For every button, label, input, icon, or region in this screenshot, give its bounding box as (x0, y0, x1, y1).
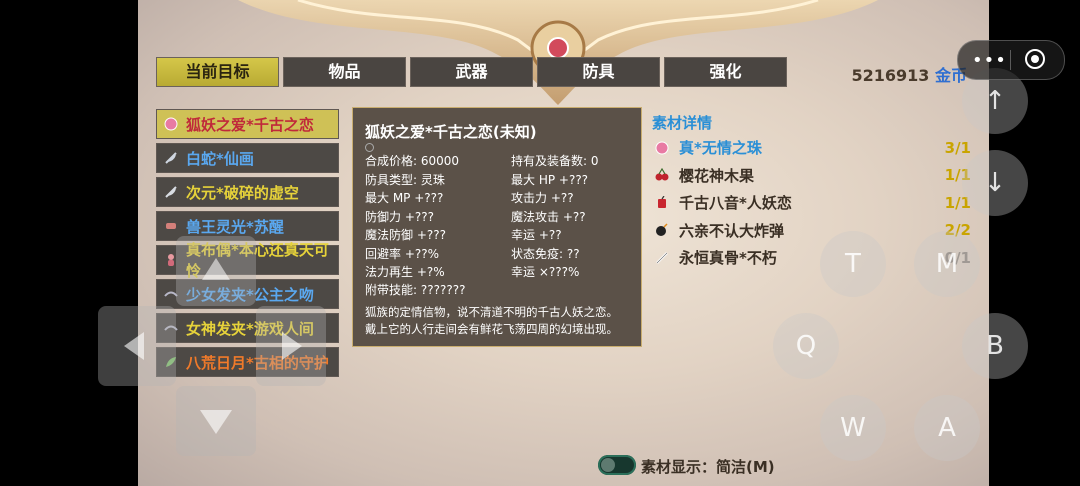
m-button[interactable]: M (914, 231, 980, 297)
stat: 幸运 +?? (511, 228, 562, 242)
detail-title: 狐妖之爱*千古之恋(未知) (365, 123, 537, 141)
bone-icon (655, 251, 669, 265)
pink-orb-icon (655, 141, 669, 155)
arrow-left-icon (124, 332, 144, 360)
stat: 法力再生 +?% (365, 265, 445, 279)
tab-weapons[interactable]: 武器 (410, 57, 533, 87)
tab-enhance[interactable]: 强化 (664, 57, 787, 87)
arrow-right-icon (282, 332, 302, 360)
list-item[interactable]: 狐妖之爱*千古之恋 (156, 109, 339, 139)
material-name: 永恒真骨*不朽 (679, 249, 777, 268)
pink-orb-icon (164, 117, 178, 131)
stat: 最大 HP +??? (511, 172, 589, 187)
gold-amount: 5216913 (851, 66, 930, 85)
display-mode-toggle[interactable] (598, 455, 636, 475)
stat: 魔法攻击 +?? (511, 209, 586, 224)
q-button[interactable]: Q (773, 313, 839, 379)
feather-icon (164, 185, 178, 199)
miniprogram-capsule: ••• (957, 40, 1065, 80)
stat: 魔法防御 +??? (365, 228, 446, 242)
close-target-icon[interactable] (1025, 49, 1045, 69)
stat: 幸运 ×???% (511, 265, 580, 279)
w-button[interactable]: W (820, 395, 886, 461)
feather-icon (164, 151, 178, 165)
cherry-icon (655, 168, 669, 182)
item-name: 白蛇*仙画 (186, 149, 254, 168)
stat: 最大 MP +??? (365, 191, 444, 205)
item-name: 次元*破碎的虚空 (186, 183, 299, 202)
item-description: 狐族的定情信物，说不清道不明的千古人妖之恋。 戴上它的人行走间会有鲜花飞荡四周的… (365, 304, 637, 338)
dpad-down-button[interactable] (176, 386, 256, 456)
gold-display: 5216913 金币 (851, 62, 967, 86)
divider (1010, 50, 1011, 70)
tab-items[interactable]: 物品 (283, 57, 406, 87)
stat: 攻击力 +?? (511, 191, 574, 205)
tab-armor[interactable]: 防具 (537, 57, 660, 87)
material-name: 樱花神木果 (679, 166, 755, 185)
materials-header: 素材详情 (652, 114, 713, 132)
material-name: 真*无情之珠 (679, 139, 762, 158)
material-row: 真*无情之珠 3/1 (655, 134, 971, 162)
material-row: 千古八音*人妖恋 1/1 (655, 189, 971, 217)
stat: 回避率 +??% (365, 246, 440, 261)
description-line: 戴上它的人行走间会有鲜花飞荡四周的幻境出现。 (365, 322, 618, 336)
tab-current-target[interactable]: 当前目标 (156, 57, 279, 87)
list-item[interactable]: 次元*破碎的虚空 (156, 177, 339, 207)
slot-ring-icon (365, 143, 374, 152)
more-icon[interactable]: ••• (972, 50, 1007, 71)
tab-bar: 当前目标 物品 武器 防具 强化 (156, 57, 787, 87)
firecracker-icon (655, 195, 669, 210)
a-button[interactable]: A (914, 395, 980, 461)
material-name: 六亲不认大炸弹 (679, 221, 785, 240)
stat: 防御力 +??? (365, 209, 434, 224)
stat: 持有及装备数: 0 (511, 154, 599, 168)
stat: 合成价格: 60000 (365, 154, 460, 168)
stat: 状态免疫: ?? (511, 246, 580, 261)
arrow-down-icon (200, 410, 232, 434)
ornament-frame (238, 0, 878, 105)
bomb-icon (655, 223, 669, 237)
dpad-left-button[interactable] (98, 306, 176, 386)
stat: 防具类型: 灵珠 (365, 172, 445, 187)
toggle-knob (601, 458, 615, 472)
description-line: 狐族的定情信物，说不清道不明的千古人妖之恋。 (365, 305, 618, 319)
material-qty: 3/1 (944, 138, 971, 157)
material-row: 樱花神木果 1/1 (655, 162, 971, 190)
stats-grid: 合成价格: 60000 持有及装备数: 0 防具类型: 灵珠 最大 HP +??… (365, 152, 635, 282)
b-button[interactable]: B (962, 313, 1028, 379)
scroll-icon (164, 219, 178, 233)
dpad-right-button[interactable] (256, 306, 326, 386)
arrow-up-icon (202, 258, 230, 280)
down-button[interactable]: ↓ (962, 150, 1028, 216)
t-button[interactable]: T (820, 231, 886, 297)
item-name: 兽王灵光*苏醒 (186, 217, 284, 236)
item-name: 狐妖之爱*千古之恋 (186, 115, 314, 134)
attached-skill: 附带技能: ??????? (365, 283, 466, 297)
list-item[interactable]: 白蛇*仙画 (156, 143, 339, 173)
dpad-up-button[interactable] (176, 236, 256, 306)
item-detail-panel: 狐妖之爱*千古之恋(未知) 合成价格: 60000 持有及装备数: 0 防具类型… (352, 107, 642, 347)
material-name: 千古八音*人妖恋 (679, 194, 792, 213)
display-mode-label: 素材显示：简洁(M) (641, 458, 775, 476)
